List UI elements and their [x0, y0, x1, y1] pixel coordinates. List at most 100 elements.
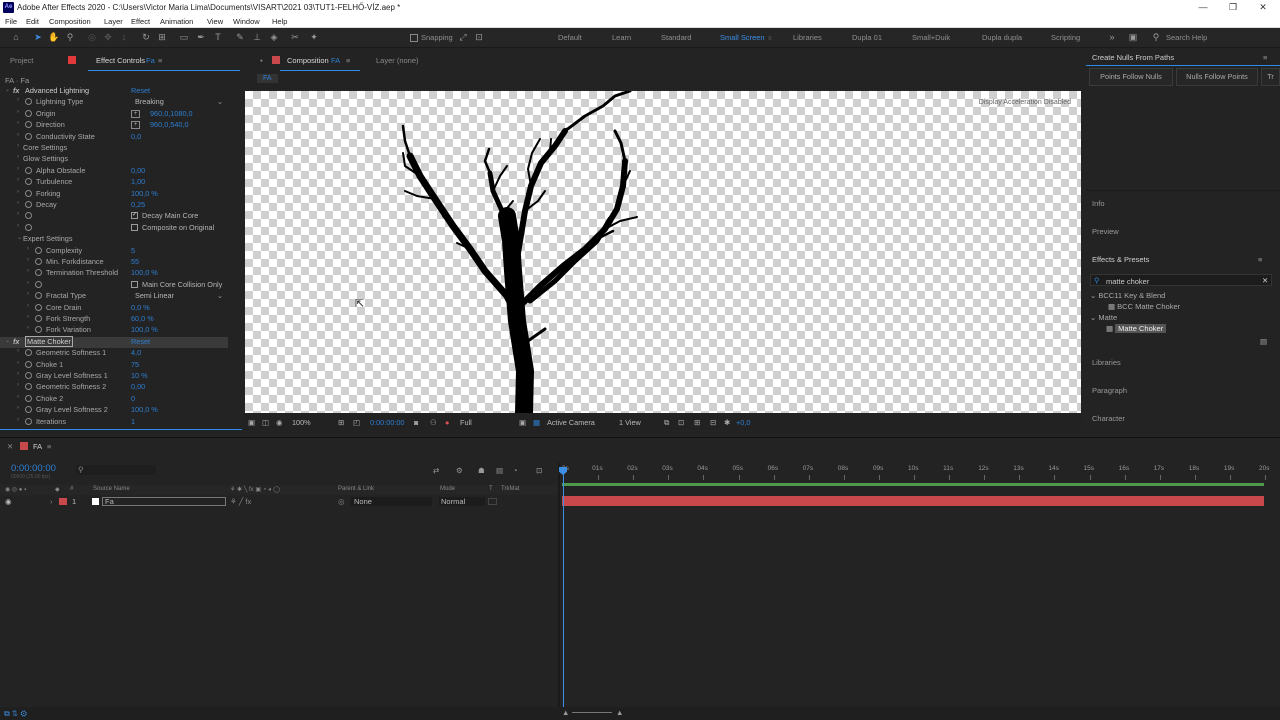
toggle-pixel-aspect-icon[interactable]: ⧉ — [664, 418, 669, 428]
property-value[interactable]: 960,0,540,0 — [150, 120, 189, 129]
expand-effect-icon[interactable]: ⌄ — [5, 337, 10, 344]
property-value[interactable]: 100,0 % — [131, 325, 158, 334]
create-nulls-menu-icon[interactable]: ≡ — [1263, 53, 1267, 62]
frame-blending-icon[interactable]: ▤ — [496, 466, 503, 475]
effect-header-1[interactable]: ⌄ fx Matte Choker Reset — [0, 335, 228, 348]
property-dropdown[interactable]: Breaking ⌄ — [135, 97, 225, 106]
stopwatch-icon[interactable] — [35, 326, 42, 334]
chevron-right-icon[interactable]: › — [27, 268, 29, 274]
timeline-link-icon[interactable]: ⊞ — [694, 418, 700, 427]
mode-dropdown[interactable]: Normal — [439, 497, 485, 506]
workspace-dupla-01[interactable]: Dupla 01 — [852, 33, 882, 42]
zoom-dropdown[interactable]: 100% — [292, 418, 311, 427]
chevron-right-icon[interactable]: › — [17, 348, 19, 354]
workspace-small-screen[interactable]: Small Screen — [720, 33, 765, 42]
chevron-right-icon[interactable]: › — [17, 417, 19, 423]
timeline-menu-icon[interactable]: ≡ — [47, 442, 51, 451]
video-visibility-icon[interactable]: ◉ — [5, 497, 12, 506]
effects-search-input[interactable]: ⚲ matte choker ✕ — [1090, 274, 1272, 286]
stopwatch-icon[interactable] — [25, 166, 32, 174]
tab-layer[interactable]: Layer (none) — [376, 56, 419, 65]
stopwatch-icon[interactable] — [35, 292, 42, 300]
trkmat-dropdown[interactable] — [488, 498, 497, 505]
exposure-field[interactable]: +0,0 — [736, 418, 750, 427]
stopwatch-icon[interactable] — [25, 109, 32, 117]
always-preview-icon[interactable]: ▣ — [248, 418, 255, 427]
property-value[interactable]: 0,25 — [131, 200, 145, 209]
stopwatch-icon[interactable] — [25, 372, 32, 379]
resolution-dropdown[interactable]: Full — [460, 418, 472, 427]
zoom-in-icon[interactable]: ▲ — [616, 708, 623, 717]
timeline-close-icon[interactable]: ✕ — [7, 442, 13, 451]
chevron-right-icon[interactable]: › — [17, 382, 19, 388]
hand-tool-icon[interactable]: ✋ — [48, 31, 60, 44]
orbit-tool-icon[interactable]: ◎ — [86, 31, 98, 44]
fast-previews-icon[interactable]: ⊡ — [678, 418, 684, 427]
chevron-right-icon[interactable]: › — [17, 360, 19, 366]
brush-tool-icon[interactable]: ✎ — [234, 31, 246, 44]
stopwatch-icon[interactable] — [25, 189, 32, 197]
time-ruler[interactable]: 0s01s02s03s04s05s06s07s08s09s10s11s12s13… — [560, 463, 1280, 483]
chevron-right-icon[interactable]: › — [27, 314, 29, 320]
pen-tool-icon[interactable]: ✒ — [195, 31, 207, 44]
trkmat-header[interactable]: TrkMat — [501, 486, 519, 492]
chevron-right-icon[interactable]: › — [17, 120, 19, 126]
expand-effect-icon[interactable]: ⌄ — [5, 86, 10, 93]
workspace-default[interactable]: Default — [558, 33, 582, 42]
property-value[interactable]: 55 — [131, 257, 139, 266]
anchor-tool-icon[interactable]: ⊞ — [156, 31, 168, 44]
roto-tool-icon[interactable]: ✂ — [289, 31, 301, 44]
restore-icon[interactable]: ❐ — [1218, 0, 1248, 15]
motion-blur-icon[interactable]: ◔ — [513, 466, 518, 475]
property-value[interactable]: 0,00 — [131, 166, 145, 175]
stopwatch-icon[interactable] — [35, 258, 42, 265]
chevron-right-icon[interactable]: › — [27, 325, 29, 331]
menu-edit[interactable]: Edit — [26, 17, 39, 26]
property-group-label[interactable]: Core Settings — [23, 143, 67, 152]
tab-timeline-comp[interactable]: FA — [33, 442, 42, 451]
mode-header[interactable]: Mode — [440, 486, 455, 492]
menu-help[interactable]: Help — [272, 17, 287, 26]
rectangle-tool-icon[interactable]: ▭ — [178, 31, 190, 44]
close-icon[interactable]: ✕ — [1248, 0, 1278, 15]
property-value[interactable]: 100,0 % — [131, 405, 158, 414]
current-time-field[interactable]: 0:00:00:00 — [370, 418, 405, 427]
selection-tool-icon[interactable]: ➤ — [32, 31, 44, 44]
stopwatch-icon[interactable] — [35, 269, 42, 277]
snapping-checkbox[interactable] — [410, 34, 418, 42]
property-value[interactable]: 5 — [131, 246, 135, 255]
show-snapshot-icon[interactable]: ⚇ — [430, 418, 437, 427]
property-value[interactable]: 0,0 — [131, 132, 141, 141]
search-help-field[interactable]: Search Help — [1166, 33, 1207, 42]
chevron-right-icon[interactable]: › — [17, 394, 19, 400]
clear-search-icon[interactable]: ✕ — [1262, 276, 1268, 285]
effects-presets-menu-icon[interactable]: ≡ — [1258, 255, 1262, 264]
crosshair-icon[interactable]: + — [131, 109, 140, 118]
comp-mini-flowchart-icon[interactable]: ⇄ — [433, 466, 439, 475]
chevron-right-icon[interactable]: › — [17, 200, 19, 206]
stopwatch-icon[interactable] — [25, 383, 32, 391]
transparency-grid-icon[interactable]: ▦ — [533, 418, 540, 427]
chevron-right-icon[interactable]: › — [17, 109, 19, 115]
region-of-interest-icon[interactable]: ▣ — [519, 418, 526, 427]
property-group-label[interactable]: Glow Settings — [23, 154, 68, 163]
property-value[interactable]: 60,0 % — [131, 314, 154, 323]
layer-label-color[interactable] — [59, 498, 67, 505]
stopwatch-icon[interactable] — [25, 394, 32, 402]
fx-toggle-icon[interactable]: fx — [13, 337, 20, 346]
property-value[interactable]: 0,0 % — [131, 303, 150, 312]
property-dropdown[interactable]: Semi Linear ⌄ — [135, 291, 225, 300]
puppet-tool-icon[interactable]: ✦ — [308, 31, 320, 44]
stopwatch-icon[interactable] — [35, 246, 42, 254]
snap-options-icon[interactable]: ⤢ — [457, 31, 469, 44]
effect-header-0[interactable]: ⌄ fx Advanced Lightning Reset — [0, 86, 228, 97]
guides-icon[interactable]: ⊞ — [338, 418, 344, 427]
rotate-tool-icon[interactable]: ↻ — [140, 31, 152, 44]
chevron-right-icon[interactable]: › — [17, 177, 19, 183]
reset-exposure-icon[interactable]: ✱ — [724, 418, 730, 427]
source-name-header[interactable]: Source Name — [93, 486, 130, 492]
chevron-right-icon[interactable]: › — [27, 246, 29, 252]
mask-path-icon[interactable]: ◰ — [353, 418, 360, 427]
pickwhip-icon[interactable]: ◎ — [338, 497, 345, 506]
layer-switches-icon[interactable]: ⚘ ╱ fx — [230, 497, 251, 506]
